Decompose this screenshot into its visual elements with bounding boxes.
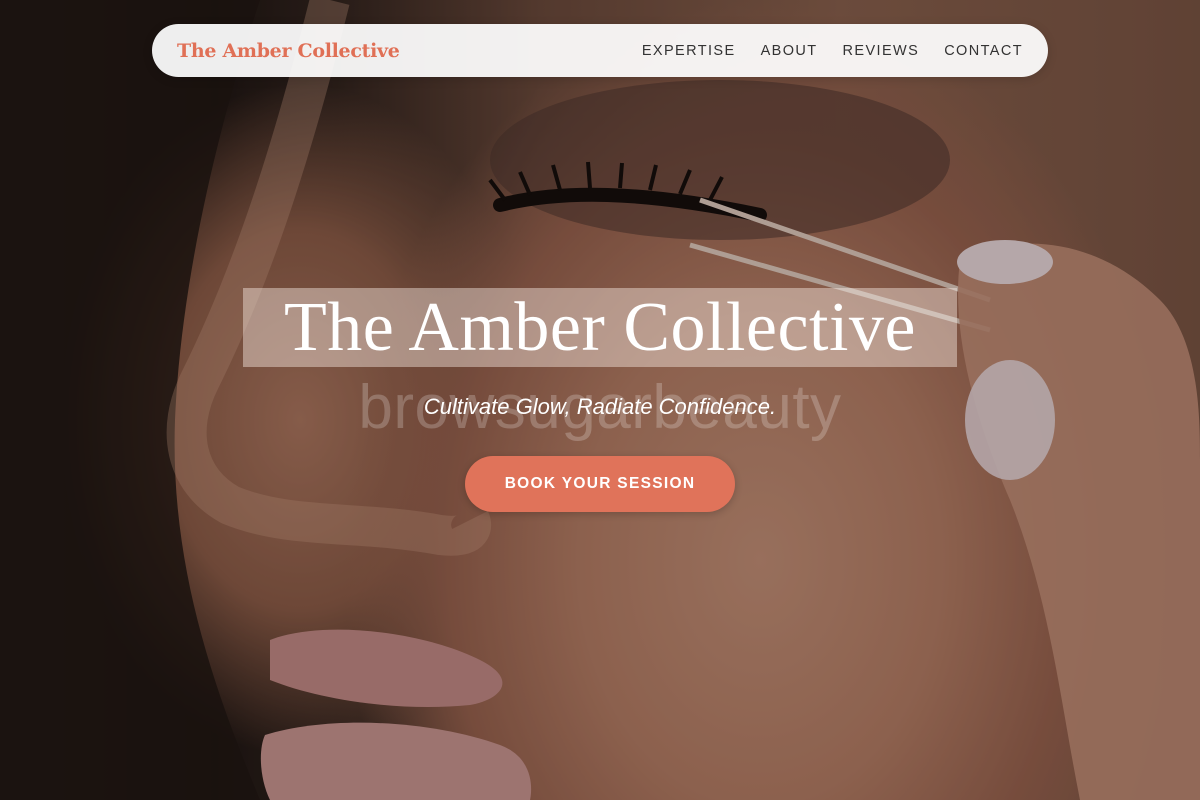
brand-logo-link[interactable]: The Amber Collective <box>177 40 400 62</box>
nav-link-about[interactable]: ABOUT <box>761 43 818 59</box>
hero-title: The Amber Collective <box>283 288 917 366</box>
nav-link-contact[interactable]: CONTACT <box>944 43 1023 59</box>
nav-link-expertise[interactable]: EXPERTISE <box>642 43 736 59</box>
hero-tagline: Cultivate Glow, Radiate Confidence. <box>423 394 777 419</box>
nav-links: EXPERTISE ABOUT REVIEWS CONTACT <box>642 43 1023 59</box>
book-session-button[interactable]: BOOK YOUR SESSION <box>465 456 735 512</box>
hero-title-box: The Amber Collective <box>243 288 957 367</box>
site-navbar: The Amber Collective EXPERTISE ABOUT REV… <box>152 24 1048 77</box>
nav-link-reviews[interactable]: REVIEWS <box>843 43 920 59</box>
